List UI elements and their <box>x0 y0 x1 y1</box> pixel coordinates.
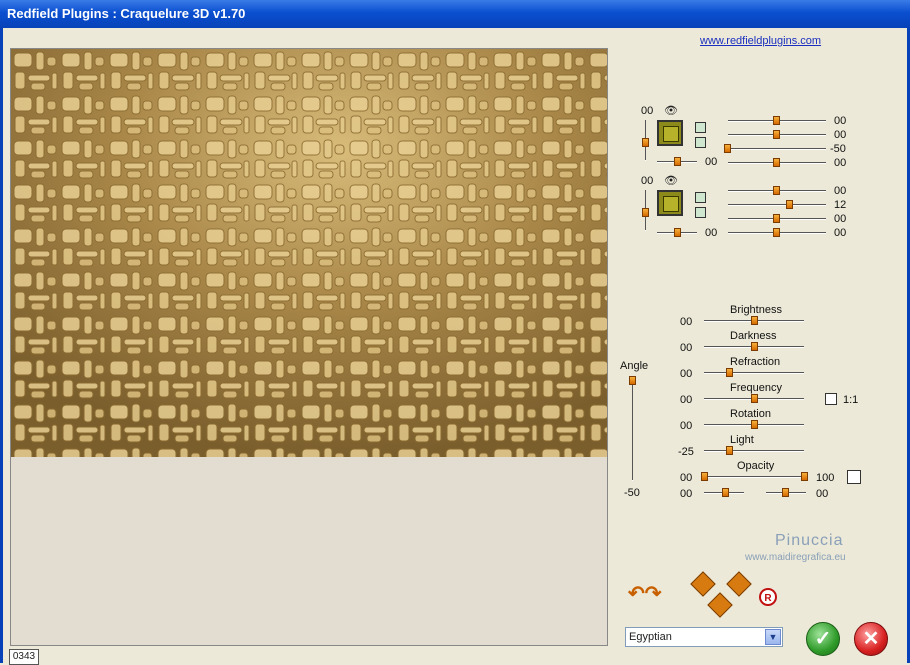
darkness-value: 00 <box>680 342 693 354</box>
layer1-grid-button[interactable] <box>695 137 706 148</box>
watermark-name: Pinuccia <box>775 532 844 549</box>
layer2-row2-slider[interactable] <box>786 200 793 209</box>
layer1-row3-track <box>728 148 826 150</box>
close-icon: ✕ <box>862 628 880 650</box>
layer2-row4-slider[interactable] <box>773 228 780 237</box>
ratio-checkbox[interactable] <box>825 393 837 405</box>
layer1-row4-value: 00 <box>834 157 847 169</box>
light-value: -25 <box>678 446 694 458</box>
refraction-label: Refraction <box>730 356 781 368</box>
layer1-color-swatch[interactable] <box>657 120 683 146</box>
angle-track <box>632 378 633 481</box>
title-bar: Redfield Plugins : Craquelure 3D v1.70 <box>0 0 910 28</box>
opacity-label: Opacity <box>737 460 775 472</box>
brightness-value: 00 <box>680 316 693 328</box>
preset-select[interactable]: Egyptian ▼ <box>625 627 783 647</box>
ok-button[interactable]: ✓ <box>806 622 840 656</box>
layer2-row1-value: 00 <box>834 185 847 197</box>
brightness-slider[interactable] <box>751 316 758 325</box>
layer2-angle-value: 00 <box>641 175 654 187</box>
opacity-track <box>704 476 804 478</box>
eye-icon[interactable]: 👁 <box>664 104 678 117</box>
rotation-value: 00 <box>680 420 693 432</box>
rotation-label: Rotation <box>730 408 771 420</box>
layer1-row1-value: 00 <box>834 115 847 127</box>
layer2-up-button[interactable] <box>695 192 706 203</box>
layer2-bottom-slider[interactable] <box>674 228 681 237</box>
frequency-slider[interactable] <box>751 394 758 403</box>
light-slider[interactable] <box>726 446 733 455</box>
refraction-slider[interactable] <box>726 368 733 377</box>
layer1-row3-slider[interactable] <box>724 144 731 153</box>
frequency-value: 00 <box>680 394 693 406</box>
craquelure-texture <box>11 49 607 457</box>
frequency-label: Frequency <box>730 382 782 394</box>
opacity-min-slider[interactable] <box>701 472 708 481</box>
preset-value: Egyptian <box>629 631 672 643</box>
angle-slider[interactable] <box>629 376 636 385</box>
reset-icon[interactable]: R <box>759 588 777 606</box>
ratio-label: 1:1 <box>843 394 859 406</box>
extra-left-value: 00 <box>680 488 693 500</box>
layer2-row3-slider[interactable] <box>773 214 780 223</box>
redfield-link[interactable]: www.redfieldplugins.com <box>700 35 821 47</box>
layer2-bottom-value: 00 <box>705 227 718 239</box>
brightness-label: Brightness <box>730 304 782 316</box>
refraction-value: 00 <box>680 368 693 380</box>
opacity-max-slider[interactable] <box>801 472 808 481</box>
angle-value: -50 <box>624 487 640 499</box>
layer1-row2-value: 00 <box>834 129 847 141</box>
angle-label: Angle <box>620 360 649 372</box>
layer1-angle-value: 00 <box>641 105 654 117</box>
check-icon: ✓ <box>814 628 832 650</box>
preview-image[interactable] <box>11 49 607 457</box>
layer2-row3-value: 00 <box>834 213 847 225</box>
layer1-bottom-slider[interactable] <box>674 157 681 166</box>
opacity-checkbox[interactable] <box>847 470 861 484</box>
chevron-down-icon[interactable]: ▼ <box>765 629 781 645</box>
layer1-bottom-value: 00 <box>705 156 718 168</box>
cancel-button[interactable]: ✕ <box>854 622 888 656</box>
eye-icon-2[interactable]: 👁 <box>664 174 678 187</box>
refraction-track <box>704 372 804 374</box>
light-track <box>704 450 804 452</box>
undo-redo-icon[interactable]: ↶↷ <box>628 583 682 605</box>
extra-left-slider[interactable] <box>722 488 729 497</box>
layer2-row1-slider[interactable] <box>773 186 780 195</box>
layer2-vertical-slider[interactable] <box>642 208 649 217</box>
darkness-slider[interactable] <box>751 342 758 351</box>
layer1-up-button[interactable] <box>695 122 706 133</box>
watermark-site: www.maidiregrafica.eu <box>745 552 846 563</box>
layer2-grid-button[interactable] <box>695 207 706 218</box>
rotation-slider[interactable] <box>751 420 758 429</box>
layer2-color-swatch[interactable] <box>657 190 683 216</box>
opacity-min-value: 00 <box>680 472 693 484</box>
window-title: Redfield Plugins : Craquelure 3D v1.70 <box>7 6 246 21</box>
extra-right-value: 00 <box>816 488 829 500</box>
layer1-row1-slider[interactable] <box>773 116 780 125</box>
light-label: Light <box>730 434 754 446</box>
opacity-max-value: 100 <box>816 472 835 484</box>
layer1-vertical-slider[interactable] <box>642 138 649 147</box>
extra-right-slider[interactable] <box>782 488 789 497</box>
layer2-row2-value: 12 <box>834 199 847 211</box>
layer1-row3-value: -50 <box>830 143 846 155</box>
layer1-row2-slider[interactable] <box>773 130 780 139</box>
layer1-row4-slider[interactable] <box>773 158 780 167</box>
darkness-label: Darkness <box>730 330 777 342</box>
layer2-row4-value: 00 <box>834 227 847 239</box>
layer2-row2-track <box>728 204 826 206</box>
